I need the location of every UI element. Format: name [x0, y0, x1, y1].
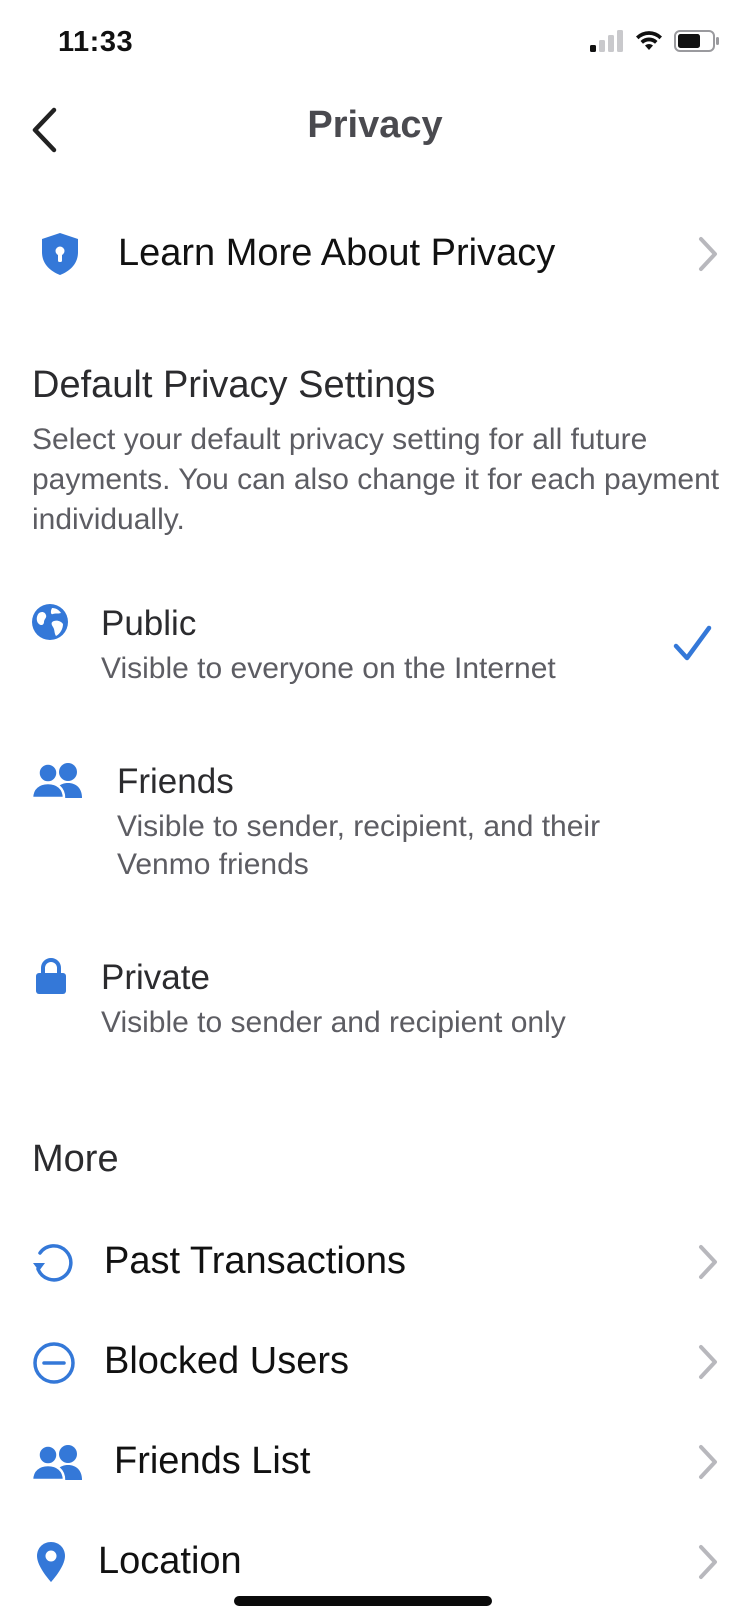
wifi-icon	[636, 31, 662, 50]
chevron-right-icon	[699, 1245, 717, 1279]
lock-icon	[34, 956, 68, 996]
learn-more-privacy-label: Learn More About Privacy	[118, 232, 556, 274]
friends-icon	[30, 760, 88, 800]
page-title: Privacy	[307, 104, 443, 146]
friends-list-row[interactable]: Friends List	[0, 1422, 750, 1502]
blocked-users-row[interactable]: Blocked Users	[0, 1322, 750, 1402]
friends-option-title: Friends	[117, 762, 234, 801]
globe-icon	[30, 602, 70, 642]
privacy-option-friends[interactable]: Friends Visible to sender, recipient, an…	[0, 754, 750, 894]
status-bar: 11:33	[0, 0, 750, 90]
friends-option-description: Visible to sender, recipient, and their …	[117, 810, 601, 881]
public-option-title: Public	[101, 604, 197, 643]
blocked-users-label: Blocked Users	[104, 1340, 349, 1382]
battery-icon	[674, 30, 719, 52]
checkmark-icon	[673, 625, 712, 661]
shield-lock-icon	[38, 232, 82, 276]
public-option-description: Visible to everyone on the Internet	[101, 652, 556, 685]
past-transactions-label: Past Transactions	[104, 1240, 407, 1282]
blocked-icon	[31, 1340, 77, 1386]
privacy-option-private[interactable]: Private Visible to sender and recipient …	[0, 950, 750, 1050]
location-label: Location	[98, 1540, 242, 1582]
default-privacy-title: Default Privacy Settings	[32, 364, 436, 406]
chevron-right-icon	[699, 1445, 717, 1479]
nav-bar: Privacy	[0, 90, 750, 170]
friends-icon	[30, 1442, 88, 1482]
signal-icon	[590, 30, 623, 52]
history-icon	[30, 1240, 76, 1286]
default-privacy-description: Select your default privacy setting for …	[32, 423, 720, 536]
status-time: 11:33	[58, 26, 134, 58]
friends-list-label: Friends List	[114, 1440, 311, 1482]
location-pin-icon	[34, 1540, 68, 1584]
location-row[interactable]: Location	[0, 1522, 750, 1624]
more-section-title: More	[32, 1138, 119, 1180]
privacy-screen: 11:33 Privacy Learn More About Privacy D…	[0, 0, 750, 1624]
chevron-right-icon	[699, 237, 717, 271]
past-transactions-row[interactable]: Past Transactions	[0, 1222, 750, 1302]
private-option-title: Private	[101, 958, 210, 997]
chevron-right-icon	[699, 1545, 717, 1579]
home-indicator[interactable]	[234, 1596, 492, 1606]
chevron-right-icon	[699, 1345, 717, 1379]
private-option-description: Visible to sender and recipient only	[101, 1006, 566, 1039]
learn-more-privacy-row[interactable]: Learn More About Privacy	[0, 214, 750, 294]
status-icons	[590, 30, 720, 52]
privacy-option-public[interactable]: Public Visible to everyone on the Intern…	[0, 596, 750, 706]
